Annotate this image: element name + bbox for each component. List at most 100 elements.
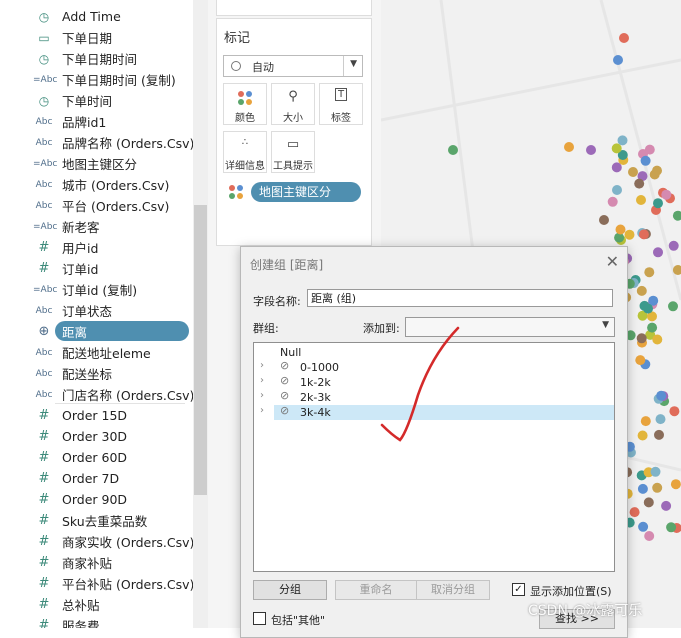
group-tree-node[interactable]: › ⊘ 2k-3k	[254, 389, 612, 405]
map-data-point[interactable]	[655, 414, 666, 425]
map-data-point[interactable]	[636, 285, 647, 296]
field-item[interactable]: # Sku去重菜品数	[0, 510, 192, 531]
map-data-point[interactable]	[670, 479, 681, 490]
chevron-right-icon[interactable]: ›	[260, 390, 264, 401]
map-data-point[interactable]	[653, 198, 663, 209]
map-data-point[interactable]	[617, 135, 628, 146]
map-data-point[interactable]	[613, 55, 623, 65]
chevron-right-icon[interactable]: ›	[260, 360, 264, 371]
map-data-point[interactable]	[634, 178, 645, 189]
field-item[interactable]: Abc 配送坐标	[0, 363, 192, 384]
field-item[interactable]: # Order 7D	[0, 468, 192, 489]
map-data-point[interactable]	[599, 215, 609, 225]
field-item[interactable]: =Abc 新老客	[0, 216, 192, 237]
map-data-point[interactable]	[661, 500, 672, 511]
include-other-checkbox[interactable]	[253, 612, 266, 625]
ungroup-button[interactable]: 取消分组	[416, 580, 490, 600]
field-item[interactable]: ⊕ 距离	[0, 321, 192, 342]
map-data-point[interactable]	[652, 482, 663, 493]
map-data-point[interactable]	[649, 169, 660, 180]
map-data-point[interactable]	[638, 521, 649, 532]
field-item[interactable]: # Order 15D	[0, 405, 192, 426]
field-item[interactable]: # 用户id	[0, 237, 192, 258]
field-item[interactable]: ◷ 下单日期时间	[0, 48, 192, 69]
map-data-point[interactable]	[448, 145, 458, 155]
field-item[interactable]: Abc 门店名称 (Orders.Csv)	[0, 384, 195, 405]
map-data-point[interactable]	[643, 497, 654, 508]
field-name-input[interactable]: 距离 (组)	[307, 289, 613, 307]
field-item[interactable]: =Abc 订单id (复制)	[0, 279, 192, 300]
map-data-point[interactable]	[612, 185, 622, 195]
group-tree-node[interactable]: › ⊘ 1k-2k	[254, 374, 612, 390]
map-data-point[interactable]	[668, 240, 679, 251]
group-tree-node[interactable]: Null	[254, 345, 612, 360]
tooltip-button[interactable]: ▭ 工具提示	[271, 131, 315, 173]
map-data-point[interactable]	[611, 143, 622, 154]
map-data-point[interactable]	[619, 33, 629, 43]
field-item[interactable]: # 商家实收 (Orders.Csv)	[0, 531, 195, 552]
field-item[interactable]: # Order 30D	[0, 426, 192, 447]
field-item[interactable]: # Order 90D	[0, 489, 192, 510]
map-data-point[interactable]	[615, 224, 626, 235]
map-data-point[interactable]	[607, 196, 618, 207]
map-data-point[interactable]	[644, 267, 655, 278]
field-item[interactable]: Abc 品牌名称 (Orders.Csv)	[0, 132, 195, 153]
field-item[interactable]: # Order 60D	[0, 447, 192, 468]
field-item[interactable]: ▭ 下单日期	[0, 27, 192, 48]
color-button[interactable]: 颜色	[223, 83, 267, 125]
field-item[interactable]: Abc 配送地址eleme	[0, 342, 192, 363]
mark-type-dropdown[interactable]: 自动 ▼	[223, 55, 363, 77]
chevron-right-icon[interactable]: ›	[260, 375, 264, 386]
field-item[interactable]: # 平台补贴 (Orders.Csv)	[0, 573, 195, 594]
map-data-point[interactable]	[672, 210, 681, 221]
map-data-point[interactable]	[624, 229, 635, 240]
group-button[interactable]: 分组	[253, 580, 327, 600]
field-item[interactable]: # 总补贴	[0, 594, 192, 615]
color-field-pill[interactable]: 地图主键区分	[251, 182, 361, 202]
field-item[interactable]: Abc 平台 (Orders.Csv)	[0, 195, 192, 216]
field-item[interactable]: Abc 订单状态	[0, 300, 192, 321]
size-button[interactable]: ⚲ 大小	[271, 83, 315, 125]
map-data-point[interactable]	[638, 229, 649, 240]
map-data-point[interactable]	[636, 333, 647, 344]
field-item[interactable]: Abc 城市 (Orders.Csv)	[0, 174, 192, 195]
map-data-point[interactable]	[650, 466, 661, 477]
group-tree-node[interactable]: › ⊘ 3k-4k	[254, 404, 614, 420]
map-data-point[interactable]	[668, 301, 678, 312]
map-data-point[interactable]	[635, 355, 646, 366]
map-data-point[interactable]	[644, 144, 655, 155]
map-data-point[interactable]	[652, 334, 663, 345]
map-data-point[interactable]	[644, 531, 655, 541]
map-data-point[interactable]	[611, 162, 622, 173]
map-data-point[interactable]	[564, 142, 574, 152]
field-item[interactable]: ◷ 下单时间	[0, 90, 192, 111]
map-data-point[interactable]	[669, 406, 680, 417]
field-item[interactable]: # 商家补贴	[0, 552, 192, 573]
data-pane-scrollbar-thumb[interactable]	[194, 205, 207, 495]
map-data-point[interactable]	[637, 483, 648, 494]
field-item[interactable]: # 服务费	[0, 615, 192, 628]
map-data-point[interactable]	[629, 507, 640, 518]
close-icon[interactable]: ✕	[606, 252, 619, 271]
map-data-point[interactable]	[656, 390, 667, 401]
group-tree[interactable]: Null › ⊘ 0-1000 › ⊘ 1k-2k › ⊘ 2k-3k › ⊘ 3k-4k	[253, 342, 615, 572]
field-item[interactable]: =Abc 地图主键区分	[0, 153, 192, 174]
map-data-point[interactable]	[636, 195, 646, 205]
field-item[interactable]: # 订单id	[0, 258, 192, 279]
map-data-point[interactable]	[666, 522, 677, 533]
map-data-point[interactable]	[653, 247, 663, 258]
map-data-point[interactable]	[637, 430, 648, 441]
map-data-point[interactable]	[586, 145, 596, 155]
map-data-point[interactable]	[647, 322, 658, 333]
field-item[interactable]: =Abc 下单日期时间 (复制)	[0, 69, 192, 90]
rename-button[interactable]: 重命名	[335, 580, 417, 600]
map-data-point[interactable]	[628, 167, 638, 177]
map-data-point[interactable]	[654, 429, 664, 440]
chevron-right-icon[interactable]: ›	[260, 405, 264, 416]
add-to-dropdown[interactable]: ▼	[405, 317, 615, 337]
group-tree-node[interactable]: › ⊘ 0-1000	[254, 359, 612, 375]
detail-button[interactable]: ∴ 详细信息	[223, 131, 267, 173]
map-data-point[interactable]	[661, 189, 672, 200]
map-data-point[interactable]	[640, 155, 651, 166]
field-item[interactable]: Abc 品牌id1	[0, 111, 192, 132]
